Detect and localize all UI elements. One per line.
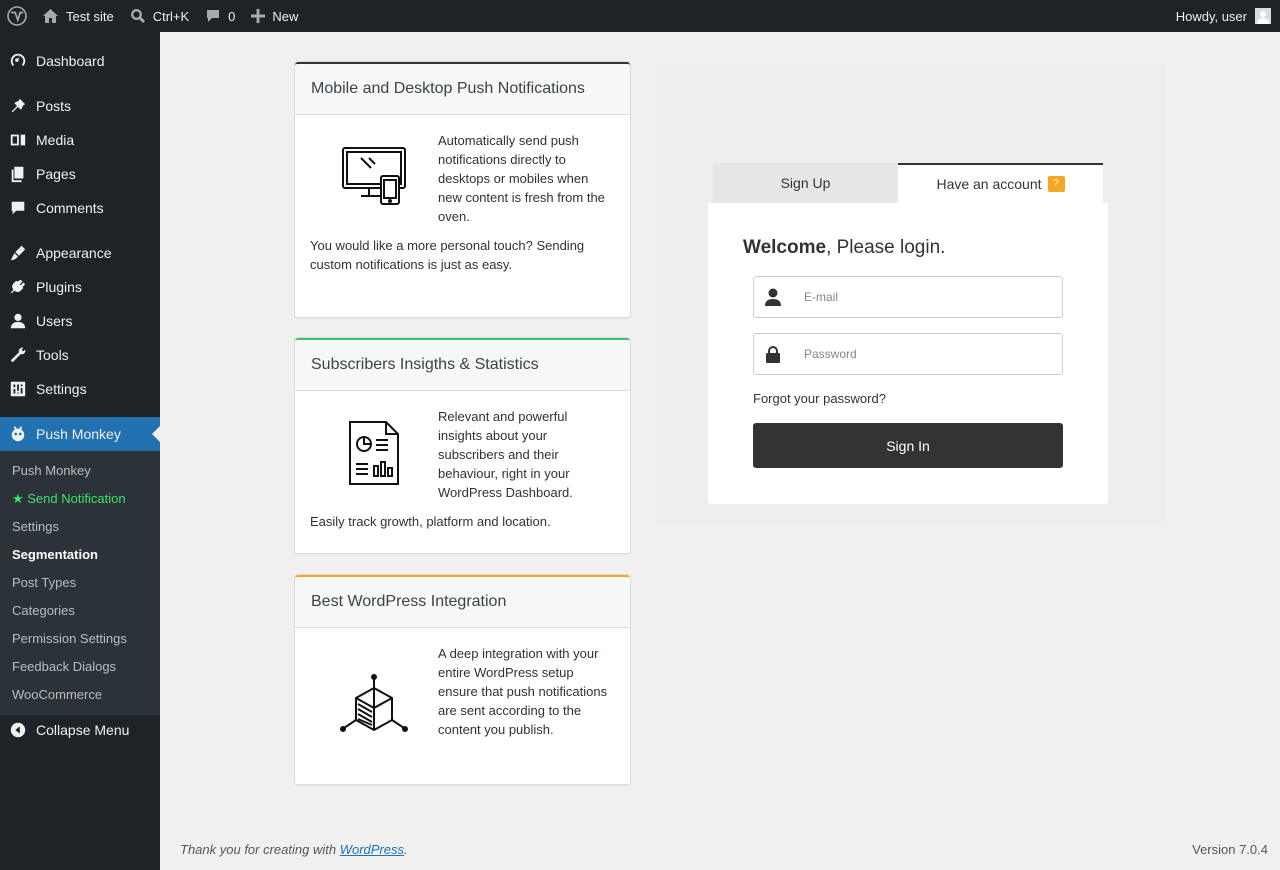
menu-dashboard[interactable]: Dashboard xyxy=(0,44,160,78)
search-shortcut-menu[interactable]: Ctrl+K xyxy=(122,0,197,32)
dashboard-icon xyxy=(0,52,36,70)
comment-bubble-icon xyxy=(207,10,220,22)
plug-icon xyxy=(0,278,36,296)
welcome-rest: , Please login. xyxy=(826,237,946,258)
menu-appearance[interactable]: Appearance xyxy=(0,236,160,270)
card-title: Mobile and Desktop Push Notifications xyxy=(295,62,630,115)
tab-label: Sign Up xyxy=(780,175,831,191)
search-icon xyxy=(130,9,145,23)
push-monkey-submenu: Push Monkey ★ Send Notification Settings… xyxy=(0,451,160,715)
submenu-categories[interactable]: Categories xyxy=(12,603,75,618)
pages-icon xyxy=(0,165,36,183)
howdy-greeting: Howdy, user xyxy=(1175,8,1247,24)
submenu-woocommerce[interactable]: WooCommerce xyxy=(12,687,102,702)
tab-have-account[interactable]: Have an account ? xyxy=(898,163,1103,203)
new-content-menu[interactable]: New xyxy=(243,0,306,32)
tab-sign-up[interactable]: Sign Up xyxy=(713,163,898,203)
submenu-push-monkey[interactable]: Push Monkey xyxy=(12,463,91,478)
welcome-heading: Welcome, Please login. xyxy=(743,237,945,259)
card-paragraph: You would like a more personal touch? Se… xyxy=(310,238,585,272)
card-paragraph: Easily track growth, platform and locati… xyxy=(310,514,551,529)
comments-count: 0 xyxy=(228,8,236,24)
menu-media[interactable]: Media xyxy=(0,123,160,157)
user-icon xyxy=(0,312,36,330)
welcome-bold: Welcome xyxy=(743,237,827,258)
menu-label: Appearance xyxy=(36,245,112,261)
menu-label: Users xyxy=(36,313,73,329)
new-label: New xyxy=(272,8,299,24)
submenu-permission-settings[interactable]: Permission Settings xyxy=(12,631,127,646)
menu-label: Dashboard xyxy=(36,53,105,69)
menu-label: Comments xyxy=(36,200,104,216)
submenu-settings[interactable]: Settings xyxy=(12,519,59,534)
sliders-icon xyxy=(0,380,36,398)
menu-label: Posts xyxy=(36,98,72,114)
menu-label: Tools xyxy=(36,347,69,363)
login-form: Welcome, Please login. Forgot your passw… xyxy=(708,203,1108,504)
tab-label: Have an account xyxy=(936,176,1042,192)
wordpress-logo-menu[interactable] xyxy=(0,0,34,32)
menu-label: Media xyxy=(36,132,75,148)
email-input[interactable] xyxy=(792,278,1042,316)
admin-sidebar: Dashboard Posts Media Pages Comments App… xyxy=(0,32,160,870)
collapse-icon xyxy=(0,721,36,739)
lock-icon xyxy=(754,345,792,363)
collapse-label: Collapse Menu xyxy=(36,722,130,738)
devices-icon xyxy=(310,131,438,223)
feature-card-push-notifications: Mobile and Desktop Push Notifications Au… xyxy=(294,61,631,318)
my-account-menu[interactable]: Howdy, user xyxy=(1176,8,1280,24)
card-title: Best WordPress Integration xyxy=(295,575,630,628)
submenu-post-types[interactable]: Post Types xyxy=(12,575,76,590)
comment-icon xyxy=(0,199,36,217)
cube-network-icon xyxy=(310,644,438,768)
search-shortcut-label: Ctrl+K xyxy=(152,8,190,24)
plus-icon xyxy=(251,9,266,23)
submenu-send-notification[interactable]: ★ Send Notification xyxy=(12,491,126,507)
wordpress-link[interactable]: WordPress xyxy=(340,842,404,857)
email-field xyxy=(753,276,1063,318)
card-title: Subscribers Insigths & Statistics xyxy=(295,338,630,391)
menu-label: Pages xyxy=(36,166,76,182)
feature-card-insights: Subscribers Insigths & Statistics Releva… xyxy=(294,337,631,554)
footer-thanks-prefix: Thank you for creating with xyxy=(180,842,340,857)
menu-users[interactable]: Users xyxy=(0,304,160,338)
menu-plugins[interactable]: Plugins xyxy=(0,270,160,304)
brush-icon xyxy=(0,244,36,262)
comments-menu[interactable]: 0 xyxy=(197,0,243,32)
menu-label: Push Monkey xyxy=(36,426,121,442)
footer-thanks-suffix: . xyxy=(404,842,408,857)
site-name: Test site xyxy=(66,8,114,24)
admin-bar: Test site Ctrl+K 0 New Howdy, user xyxy=(0,0,1280,32)
help-badge[interactable]: ? xyxy=(1047,176,1065,192)
site-name-menu[interactable]: Test site xyxy=(34,0,122,32)
footer-thanks: Thank you for creating with WordPress. xyxy=(180,842,408,857)
menu-settings[interactable]: Settings xyxy=(0,372,160,406)
wordpress-icon xyxy=(7,6,27,26)
menu-pages[interactable]: Pages xyxy=(0,157,160,191)
menu-comments[interactable]: Comments xyxy=(0,191,160,225)
submenu-feedback-dialogs[interactable]: Feedback Dialogs xyxy=(12,659,116,674)
menu-posts[interactable]: Posts xyxy=(0,89,160,123)
media-icon xyxy=(0,131,36,149)
wrench-icon xyxy=(0,346,36,364)
report-icon xyxy=(310,407,438,499)
sign-in-button[interactable]: Sign In xyxy=(753,423,1063,468)
avatar xyxy=(1255,8,1271,24)
menu-label: Settings xyxy=(36,381,87,397)
footer-version: Version 7.0.4 xyxy=(1192,842,1268,857)
submenu-segmentation[interactable]: Segmentation xyxy=(12,547,98,562)
home-icon xyxy=(43,9,58,23)
forgot-password-link[interactable]: Forgot your password? xyxy=(753,391,886,406)
password-input[interactable] xyxy=(792,335,1042,373)
pin-icon xyxy=(0,97,36,115)
menu-tools[interactable]: Tools xyxy=(0,338,160,372)
user-icon xyxy=(754,288,792,306)
password-field xyxy=(753,333,1063,375)
feature-card-integration: Best WordPress Integration A deep integr… xyxy=(294,574,631,785)
menu-label: Plugins xyxy=(36,279,82,295)
monkey-icon xyxy=(0,425,36,443)
collapse-menu-button[interactable]: Collapse Menu xyxy=(0,713,160,747)
menu-push-monkey[interactable]: Push Monkey xyxy=(0,417,160,451)
